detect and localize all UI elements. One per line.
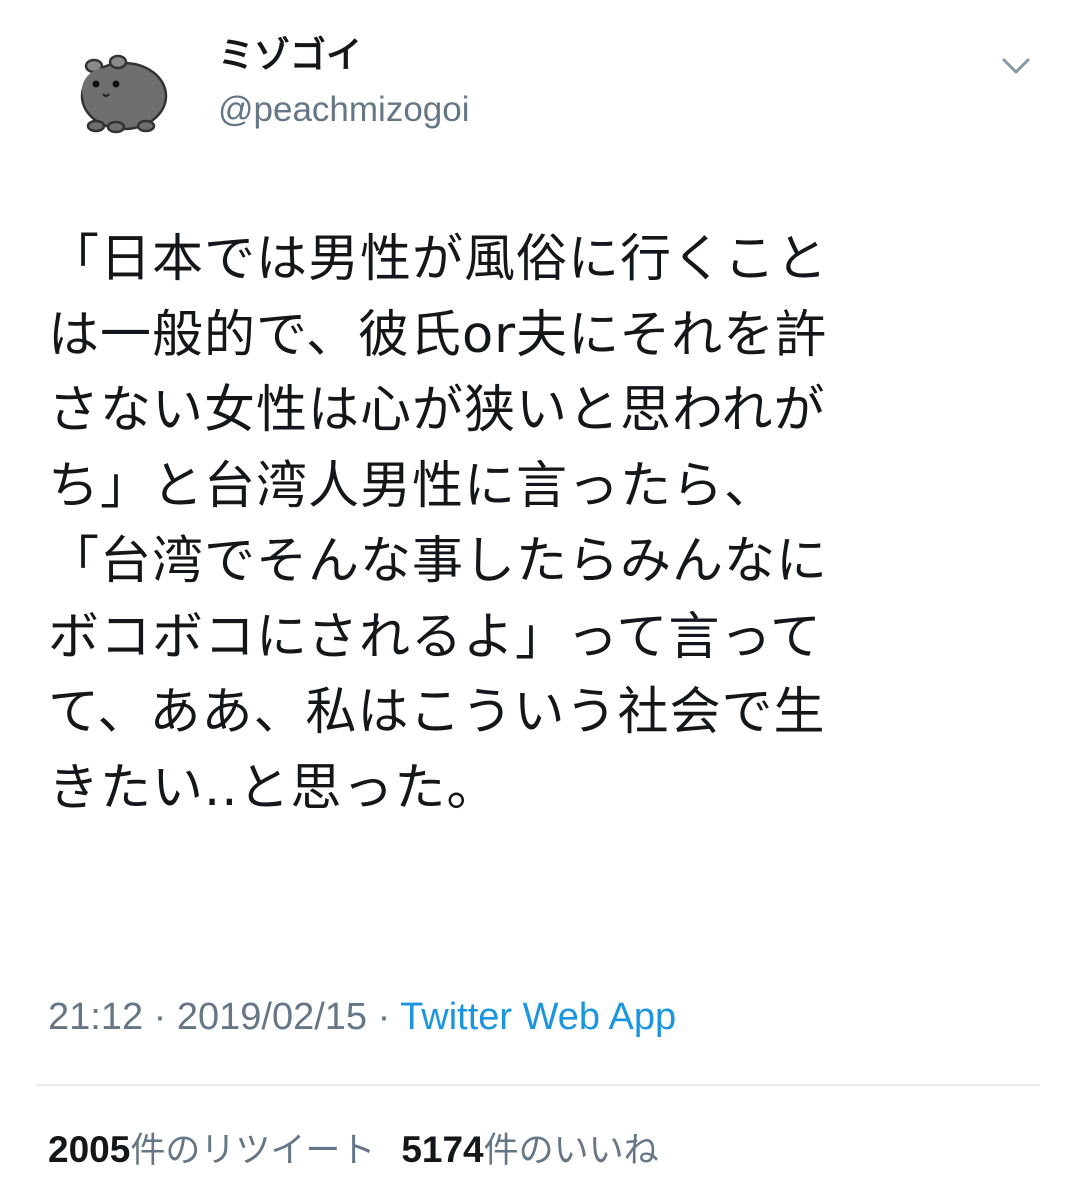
tweet-time[interactable]: 21:12 bbox=[48, 996, 143, 1038]
likes-count: 5174 bbox=[401, 1129, 484, 1170]
divider bbox=[36, 1084, 1040, 1086]
retweets-stat[interactable]: 2005件のリツイート bbox=[48, 1129, 376, 1171]
retweets-count: 2005 bbox=[48, 1129, 131, 1170]
tweet-menu-button[interactable] bbox=[996, 52, 1036, 80]
likes-label: 件のいいね bbox=[483, 1131, 659, 1171]
tweet-date[interactable]: 2019/02/15 bbox=[177, 996, 367, 1038]
tweet-source-link[interactable]: Twitter Web App bbox=[400, 996, 676, 1038]
display-name[interactable]: ミゾゴイ bbox=[218, 34, 362, 78]
guinea-pig-icon bbox=[80, 54, 168, 134]
chevron-down-icon bbox=[1002, 58, 1030, 74]
meta-separator: · bbox=[377, 996, 391, 1038]
likes-stat[interactable]: 5174件のいいね bbox=[401, 1129, 659, 1171]
tweet-meta: 21:12 · 2019/02/15 · Twitter Web App bbox=[48, 992, 676, 1042]
tweet-stats: 2005件のリツイート 5174件のいいね bbox=[48, 1126, 659, 1175]
retweets-label: 件のリツイート bbox=[130, 1131, 376, 1171]
meta-separator: · bbox=[153, 996, 167, 1038]
tweet-text: 「日本では男性が風俗に行くこと は一般的で、彼氏or夫にそれを許 さない女性は心… bbox=[48, 230, 829, 818]
user-handle[interactable]: @peachmizogoi bbox=[218, 88, 470, 132]
avatar[interactable] bbox=[72, 44, 172, 134]
